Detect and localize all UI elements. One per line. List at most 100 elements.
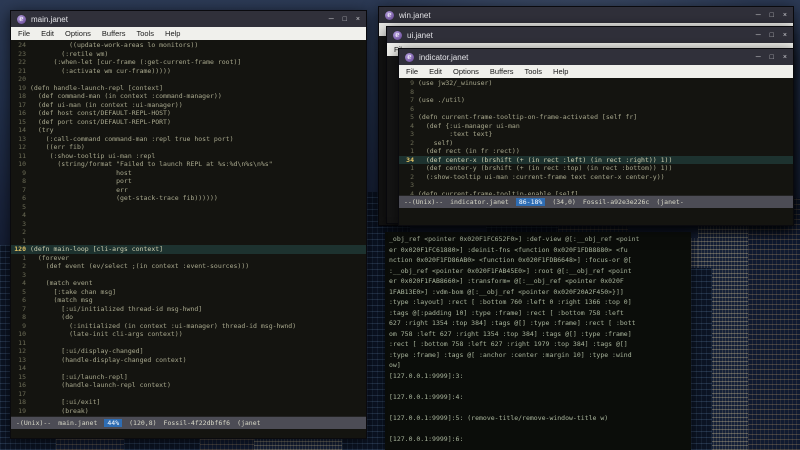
menu-item[interactable]: Buffers xyxy=(102,29,126,38)
line-number: 2 xyxy=(22,262,26,270)
code-line: 4 (def {:ui-manager ui-man xyxy=(399,122,793,131)
repl-line: :type :frame] :tags @[ :anchor :center :… xyxy=(389,350,632,359)
menu-item[interactable]: Help xyxy=(553,67,568,76)
echo-area xyxy=(399,208,793,225)
menu-item[interactable]: File xyxy=(406,67,418,76)
titlebar[interactable]: e indicator.janet ─ □ × xyxy=(399,49,793,65)
mode-line: --(Unix)-- indicator.janet 86-18% (34,0)… xyxy=(399,195,793,208)
line-number: 6 xyxy=(410,104,414,113)
code-line: 2 (:show-tooltip ui-man :current-frame t… xyxy=(399,173,793,182)
titlebar[interactable]: e main.janet ─ □ × xyxy=(11,11,366,27)
code-text: [:ui/initialized thread-id msg-hwnd] xyxy=(30,304,203,313)
code-line: 3 xyxy=(11,271,366,280)
code-text: (:call-command command-man :repl true ho… xyxy=(30,134,234,143)
maximize-button[interactable]: □ xyxy=(770,54,774,61)
line-number: 23 xyxy=(18,49,26,58)
line-number: 22 xyxy=(18,58,26,66)
minimize-button[interactable]: ─ xyxy=(329,16,334,23)
line-number: 5 xyxy=(410,113,414,121)
code-buffer[interactable]: 24 ((update-work-areas lo monitors)) 23 … xyxy=(11,40,366,416)
close-button[interactable]: × xyxy=(356,16,360,23)
modeline-vcs: Fossil-a92e3e226c xyxy=(582,198,650,206)
code-line: 9 host xyxy=(11,169,366,178)
code-line: 120 (defn main-loop [cli-args context] xyxy=(11,245,366,254)
minimize-button[interactable]: ─ xyxy=(756,32,761,39)
code-text: port xyxy=(30,177,132,185)
code-line: 7 (use ./util) xyxy=(399,96,793,105)
code-text: (def command-man (in context :command-ma… xyxy=(30,92,222,100)
code-text: (do xyxy=(30,313,74,321)
code-text: (try xyxy=(30,126,54,134)
menu-item[interactable]: Options xyxy=(453,67,479,76)
line-number: 4 xyxy=(410,121,414,130)
line-number: 14 xyxy=(18,364,26,372)
code-line: 14 (try xyxy=(11,126,366,135)
minimize-button[interactable]: ─ xyxy=(756,54,761,61)
code-text: (def rect (in fr :rect)) xyxy=(418,147,520,155)
repl-line: :tags @[:padding 10] :type :frame] :rect… xyxy=(389,308,624,317)
maximize-button[interactable]: □ xyxy=(770,12,774,19)
close-button[interactable]: × xyxy=(783,12,787,19)
code-text: (:activate wm cur-frame))))) xyxy=(30,66,171,75)
maximize-button[interactable]: □ xyxy=(770,32,774,39)
emacs-icon: e xyxy=(17,14,26,24)
line-number: 19 xyxy=(18,83,26,92)
repl-line: nction 0x020F1FD86AB0> <function 0x020F1… xyxy=(389,256,632,264)
emacs-icon: e xyxy=(405,52,414,62)
modeline-position: (34,0) xyxy=(552,198,576,206)
modeline-buffer-name: main.janet xyxy=(58,419,98,427)
window-title: win.janet xyxy=(399,10,431,20)
code-text: host xyxy=(30,168,132,177)
code-line: 11 (:show-tooltip ui-man :repl xyxy=(11,152,366,161)
menu-item[interactable]: Tools xyxy=(137,29,155,38)
line-number: 15 xyxy=(18,117,26,126)
code-text: (def {:ui-manager ui-man xyxy=(418,121,520,130)
repl-line: 1FAB13E0>] :vdm-bom @[:__obj_ref <pointe… xyxy=(389,287,624,296)
menu-item[interactable]: Edit xyxy=(429,67,442,76)
code-line: 1 (forever xyxy=(11,254,366,263)
code-line: 7 [:ui/initialized thread-id msg-hwnd] xyxy=(11,305,366,314)
code-text: (:retile wm) xyxy=(30,49,109,58)
close-button[interactable]: × xyxy=(783,54,787,61)
code-line: 1 (def center-y (brshift (+ (in rect :to… xyxy=(399,164,793,173)
menu-bar: File Edit Options Buffers Tools Help xyxy=(11,27,366,40)
menu-item[interactable]: Edit xyxy=(41,29,54,38)
menu-item[interactable]: Tools xyxy=(525,67,543,76)
minimize-button[interactable]: ─ xyxy=(756,12,761,19)
code-text: self) xyxy=(418,138,454,147)
line-number: 7 xyxy=(410,96,414,104)
menu-item[interactable]: Options xyxy=(65,29,91,38)
code-line: 4 (match event xyxy=(11,279,366,288)
code-text: (def event (ev/select ;(in context :even… xyxy=(30,262,250,270)
line-number: 9 xyxy=(22,321,26,330)
code-line: 23 (:retile wm) xyxy=(11,50,366,59)
repl-output-panel[interactable]: _obj_ref <pointer 0x020F1FC652F0>] :def-… xyxy=(385,232,691,450)
code-buffer[interactable]: 9 (use jw32/_winuser) 8 7 (use ./util) 6 5… xyxy=(399,78,793,195)
code-line: 19 (break) xyxy=(11,407,366,416)
menu-bar: File Edit Options Buffers Tools Help xyxy=(399,65,793,78)
code-line: 1 (def rect (in fr :rect)) xyxy=(399,147,793,156)
modeline-position: (120,8) xyxy=(129,419,157,427)
line-number: 9 xyxy=(410,79,414,87)
line-number: 16 xyxy=(18,381,26,389)
close-button[interactable]: × xyxy=(783,32,787,39)
line-number: 2 xyxy=(410,172,414,181)
window-indicator-janet[interactable]: e indicator.janet ─ □ × File Edit Options B… xyxy=(398,48,794,226)
code-text: (:show-tooltip ui-man :repl xyxy=(30,151,156,160)
code-text: (def center-x (brshift (+ (in rect :left… xyxy=(418,155,673,164)
code-line: 13 (handle-display-changed context) xyxy=(11,356,366,365)
titlebar[interactable]: e win.janet ─ □ × xyxy=(379,7,793,23)
code-text: (string/format "Failed to launch REPL at… xyxy=(30,160,273,168)
titlebar[interactable]: e ui.janet ─ □ × xyxy=(387,27,793,43)
menu-item[interactable]: File xyxy=(18,29,30,38)
menu-item[interactable]: Help xyxy=(165,29,180,38)
code-line: 10 (string/format "Failed to launch REPL… xyxy=(11,160,366,169)
line-number: 11 xyxy=(18,151,26,160)
window-title: indicator.janet xyxy=(419,52,469,62)
menu-item[interactable]: Buffers xyxy=(490,67,514,76)
window-main-janet[interactable]: e main.janet ─ □ × File Edit Options Buffer… xyxy=(10,10,367,439)
code-line: 2 (def event (ev/select ;(in context :ev… xyxy=(11,262,366,271)
maximize-button[interactable]: □ xyxy=(343,16,347,23)
code-text: [:ui/display-changed] xyxy=(30,347,144,355)
line-number: 6 xyxy=(22,296,26,304)
